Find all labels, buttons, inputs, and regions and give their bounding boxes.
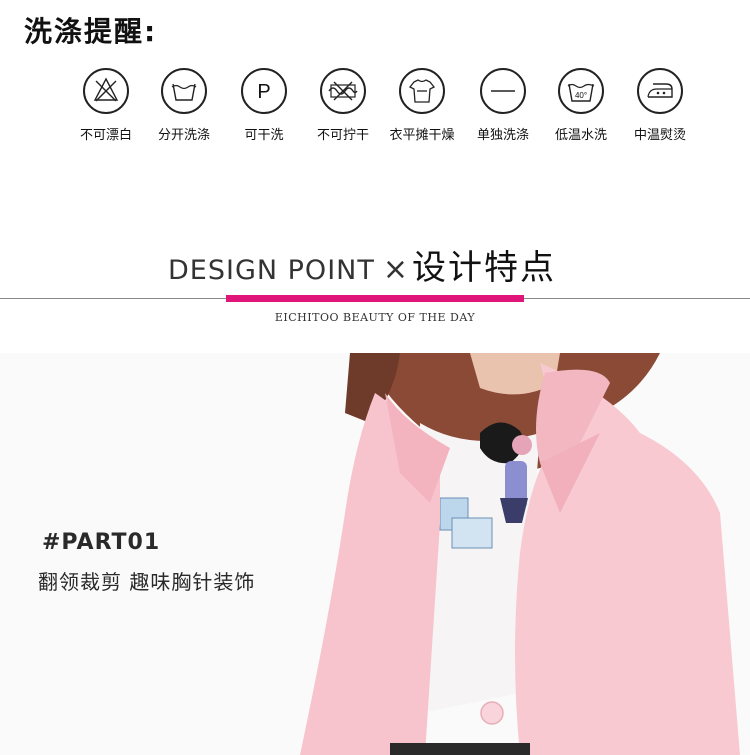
care-label: 不可拧干	[316, 128, 369, 143]
care-label: 分开洗涤	[157, 128, 210, 143]
design-separator: ×	[382, 252, 408, 287]
care-item: 中温熨烫	[620, 68, 700, 143]
part-tag: #PART01	[42, 530, 161, 555]
design-title-en: DESIGN POINT	[168, 255, 375, 286]
no-wring-icon	[320, 68, 366, 114]
brand-tagline: EICHITOO BEAUTY OF THE DAY	[274, 311, 476, 324]
medium-iron-icon	[637, 68, 683, 114]
wash-care-title: 洗涤提醒:	[24, 15, 158, 48]
care-item: 衣平摊干燥	[382, 68, 462, 143]
care-item: P 可干洗	[224, 68, 304, 143]
care-item: 不可拧干	[303, 68, 383, 143]
part-description: 翻领裁剪 趣味胸针装饰	[38, 570, 256, 594]
care-label: 可干洗	[244, 128, 284, 143]
jacket-button	[480, 701, 504, 725]
wash-separately-icon	[161, 68, 207, 114]
care-label: 衣平摊干燥	[389, 128, 455, 143]
dry-clean-symbol: P	[257, 81, 270, 103]
design-title-cn: 设计特点	[411, 248, 556, 288]
care-item: 单独洗涤	[463, 68, 543, 143]
low-temp-wash-icon: 40°	[558, 68, 604, 114]
wash-alone-icon	[480, 68, 526, 114]
no-bleach-icon	[83, 68, 129, 114]
care-item: 分开洗涤	[144, 68, 224, 143]
care-item: 40° 低温水洗	[541, 68, 621, 143]
care-label: 中温熨烫	[633, 128, 686, 143]
wash-temperature: 40°	[575, 91, 587, 100]
care-symbols-row: 不可漂白 分开洗涤 P 可干洗 不可拧干 衣平摊干燥 单独洗涤 40° 低温水洗…	[66, 68, 706, 148]
design-point-heading: DESIGN POINT × 设计特点	[168, 240, 556, 288]
care-label: 单独洗涤	[476, 128, 529, 143]
dry-clean-icon: P	[241, 68, 287, 114]
care-label: 不可漂白	[79, 128, 132, 143]
design-point-header: DESIGN POINT × 设计特点 EICHITOO BEAUTY OF T…	[0, 240, 750, 330]
dry-flat-icon	[399, 68, 445, 114]
accent-bar	[226, 295, 524, 302]
care-label: 低温水洗	[554, 128, 607, 143]
care-item: 不可漂白	[66, 68, 146, 143]
